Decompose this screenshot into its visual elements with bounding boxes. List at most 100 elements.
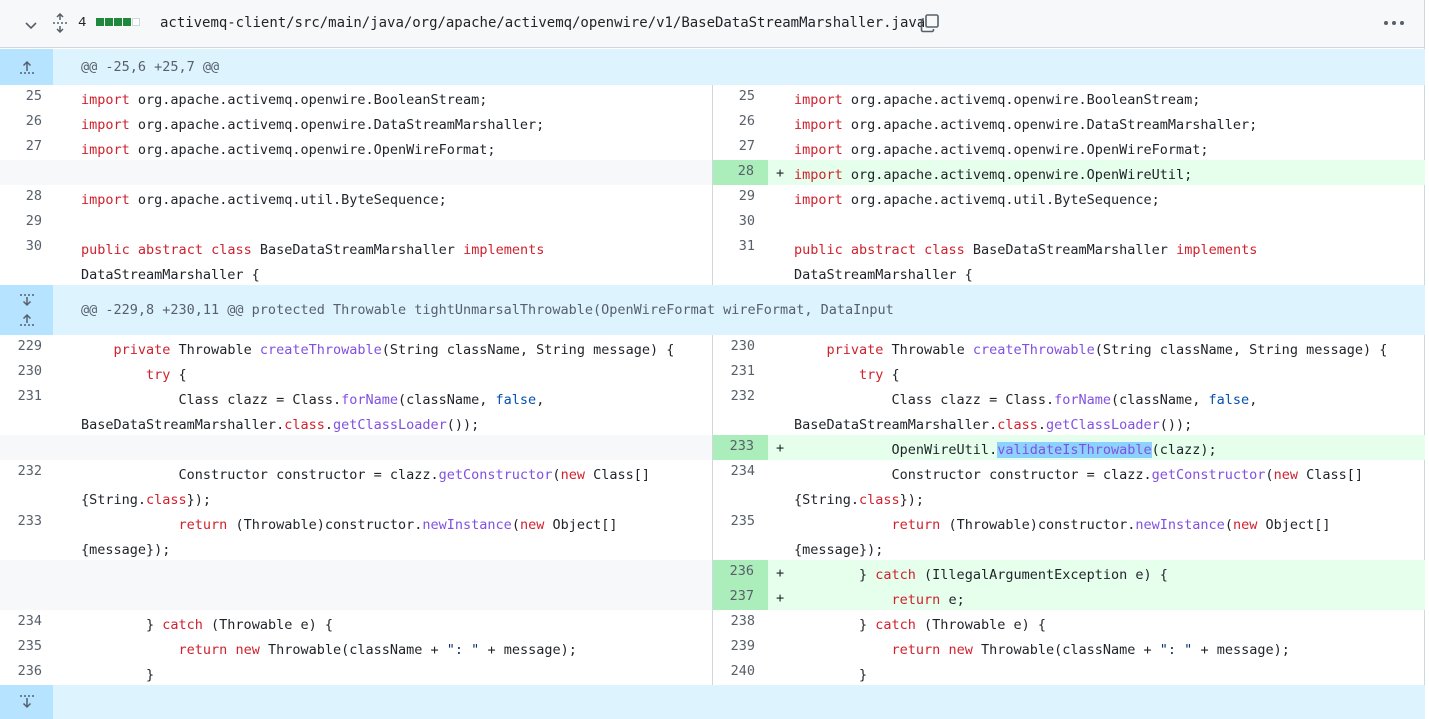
right-line-number[interactable]: 31 — [713, 235, 769, 285]
chevron-down-icon[interactable] — [23, 17, 39, 33]
diff-marker: + — [776, 565, 785, 581]
code-line-b: {message}); — [794, 542, 884, 558]
right-line-number[interactable]: 30 — [713, 210, 769, 235]
right-code-text: org.apache.activemq.openwire.OpenWireUti… — [850, 167, 1193, 183]
left-line-number[interactable]: 236 — [0, 660, 56, 685]
right-line-number[interactable]: 233 — [713, 435, 768, 460]
right-line-number[interactable]: 238 — [713, 610, 769, 635]
left-code-text: org.apache.activemq.openwire.DataStreamM… — [137, 117, 545, 133]
diff-row: 29 30 — [0, 210, 1425, 235]
diff-marker: + — [776, 590, 785, 606]
left-code: import org.apache.activemq.openwire.Data… — [81, 117, 545, 133]
expand-up-button[interactable] — [0, 49, 53, 85]
code-line-b: {message}); — [81, 542, 171, 558]
expand-both-button[interactable] — [0, 285, 53, 335]
diffstat-block-added — [96, 18, 104, 26]
diff-row-added: 237 + return e; — [0, 585, 1425, 610]
right-code: } — [794, 667, 868, 683]
right-code: } catch (Throwable e) { — [794, 617, 1046, 633]
right-code: try { — [859, 367, 900, 383]
diff-row: 236 } 240 } — [0, 660, 1425, 685]
code-line-a: return (Throwable)constructor.newInstanc… — [891, 517, 1331, 533]
unfold-icon[interactable] — [51, 13, 69, 33]
right-code: private Throwable createThrowable(String… — [826, 342, 1388, 358]
file-path-link[interactable]: activemq-client/src/main/java/org/apache… — [160, 15, 925, 31]
right-code: return e; — [891, 592, 965, 608]
left-code: return (Throwable)constructor.newInstanc… — [81, 510, 711, 560]
code-line-a: Class clazz = Class.forName(className, f… — [81, 392, 545, 408]
diff-row: 230 try { 231 try { — [0, 360, 1425, 385]
right-line-number[interactable]: 230 — [713, 335, 769, 360]
left-empty-cell — [0, 435, 712, 460]
right-code: public abstract class BaseDataStreamMars… — [794, 242, 1258, 283]
left-line-number[interactable]: 234 — [0, 610, 56, 635]
right-line-number[interactable]: 29 — [713, 185, 769, 210]
right-code-text: org.apache.activemq.util.ByteSequence; — [850, 192, 1160, 208]
left-code: import org.apache.activemq.util.ByteSequ… — [81, 192, 447, 208]
diff-row: 234 } catch (Throwable e) { 238 } catch … — [0, 610, 1425, 635]
code-line-b: BaseDataStreamMarshaller.class.getClassL… — [81, 417, 480, 433]
hunk-header-text: @@ -25,6 +25,7 @@ — [81, 59, 220, 75]
right-line-number[interactable]: 25 — [713, 85, 769, 110]
left-line-number[interactable]: 28 — [0, 185, 56, 210]
right-code: Constructor constructor = clazz.getConst… — [794, 460, 1424, 510]
diff-row: 28 import org.apache.activemq.util.ByteS… — [0, 185, 1425, 210]
code-suffix: (clazz); — [1151, 442, 1217, 458]
expand-down-button[interactable] — [0, 685, 53, 719]
left-line-number[interactable]: 231 — [0, 385, 56, 435]
left-line-number[interactable]: 232 — [0, 460, 56, 510]
diff-row: 235 return new Throwable(className + ": … — [0, 635, 1425, 660]
diff-row: 229 private Throwable createThrowable(St… — [0, 335, 1425, 360]
copy-icon[interactable] — [920, 13, 940, 33]
right-line-number[interactable]: 234 — [713, 460, 769, 510]
diff-row: 26 import org.apache.activemq.openwire.D… — [0, 110, 1425, 135]
right-line-number[interactable]: 240 — [713, 660, 769, 685]
word-highlight: validateIsThrowable — [997, 442, 1152, 458]
left-line-number[interactable]: 29 — [0, 210, 56, 235]
diff-marker: + — [776, 440, 785, 456]
right-code: import org.apache.activemq.openwire.Bool… — [794, 92, 1201, 108]
diff-file: 4 activemq-client/src/main/java/org/apac… — [0, 0, 1425, 719]
left-line-number[interactable]: 229 — [0, 335, 56, 360]
diffstat — [96, 18, 140, 26]
hunk-header: @@ -25,6 +25,7 @@ — [0, 49, 1425, 85]
class-decl: BaseDataStreamMarshaller implements — [259, 242, 545, 258]
expand-down-icon — [19, 695, 34, 709]
diff-row: 233 return (Throwable)constructor.newIns… — [0, 510, 1425, 560]
left-line-number[interactable]: 30 — [0, 235, 56, 285]
expand-up-icon — [19, 313, 34, 326]
diff-row-added: 233 + OpenWireUtil.validateIsThrowable(c… — [0, 435, 1425, 460]
diff-row: 231 Class clazz = Class.forName(classNam… — [0, 385, 1425, 435]
left-line-number[interactable]: 235 — [0, 635, 56, 660]
right-line-number[interactable]: 28 — [713, 160, 768, 185]
right-line-number[interactable]: 236 — [713, 560, 768, 585]
left-code-text: org.apache.activemq.openwire.OpenWireFor… — [137, 142, 496, 158]
left-line-number[interactable]: 230 — [0, 360, 56, 385]
change-count: 4 — [78, 15, 87, 31]
right-line-number[interactable]: 27 — [713, 135, 769, 160]
left-code: Class clazz = Class.forName(className, f… — [81, 385, 711, 435]
right-line-number[interactable]: 237 — [713, 585, 768, 610]
hunk-header: @@ -229,8 +230,11 @@ protected Throwable… — [0, 285, 1425, 335]
left-code: public abstract class BaseDataStreamMars… — [81, 242, 545, 283]
diff-row: 232 Constructor constructor = clazz.getC… — [0, 460, 1425, 510]
kebab-horizontal-icon[interactable] — [1383, 20, 1405, 26]
left-line-number[interactable]: 233 — [0, 510, 56, 560]
class-decl: BaseDataStreamMarshaller implements — [972, 242, 1258, 258]
right-line-number[interactable]: 26 — [713, 110, 769, 135]
right-line-number[interactable]: 232 — [713, 385, 769, 435]
left-code: } — [81, 667, 155, 683]
left-line-number[interactable]: 27 — [0, 135, 56, 160]
left-line-number[interactable]: 25 — [0, 85, 56, 110]
diff-row: 27 import org.apache.activemq.openwire.O… — [0, 135, 1425, 160]
expand-up-icon — [19, 60, 34, 74]
right-line-number[interactable]: 235 — [713, 510, 769, 560]
right-line-number[interactable]: 239 — [713, 635, 769, 660]
left-empty-cell — [0, 160, 712, 185]
right-line-number[interactable]: 231 — [713, 360, 769, 385]
code-line-a: Constructor constructor = clazz.getConst… — [81, 467, 650, 483]
left-line-number[interactable]: 26 — [0, 110, 56, 135]
left-code: try { — [146, 367, 187, 383]
diffstat-block-added — [123, 18, 131, 26]
right-code: } catch (IllegalArgumentException e) { — [794, 567, 1168, 583]
